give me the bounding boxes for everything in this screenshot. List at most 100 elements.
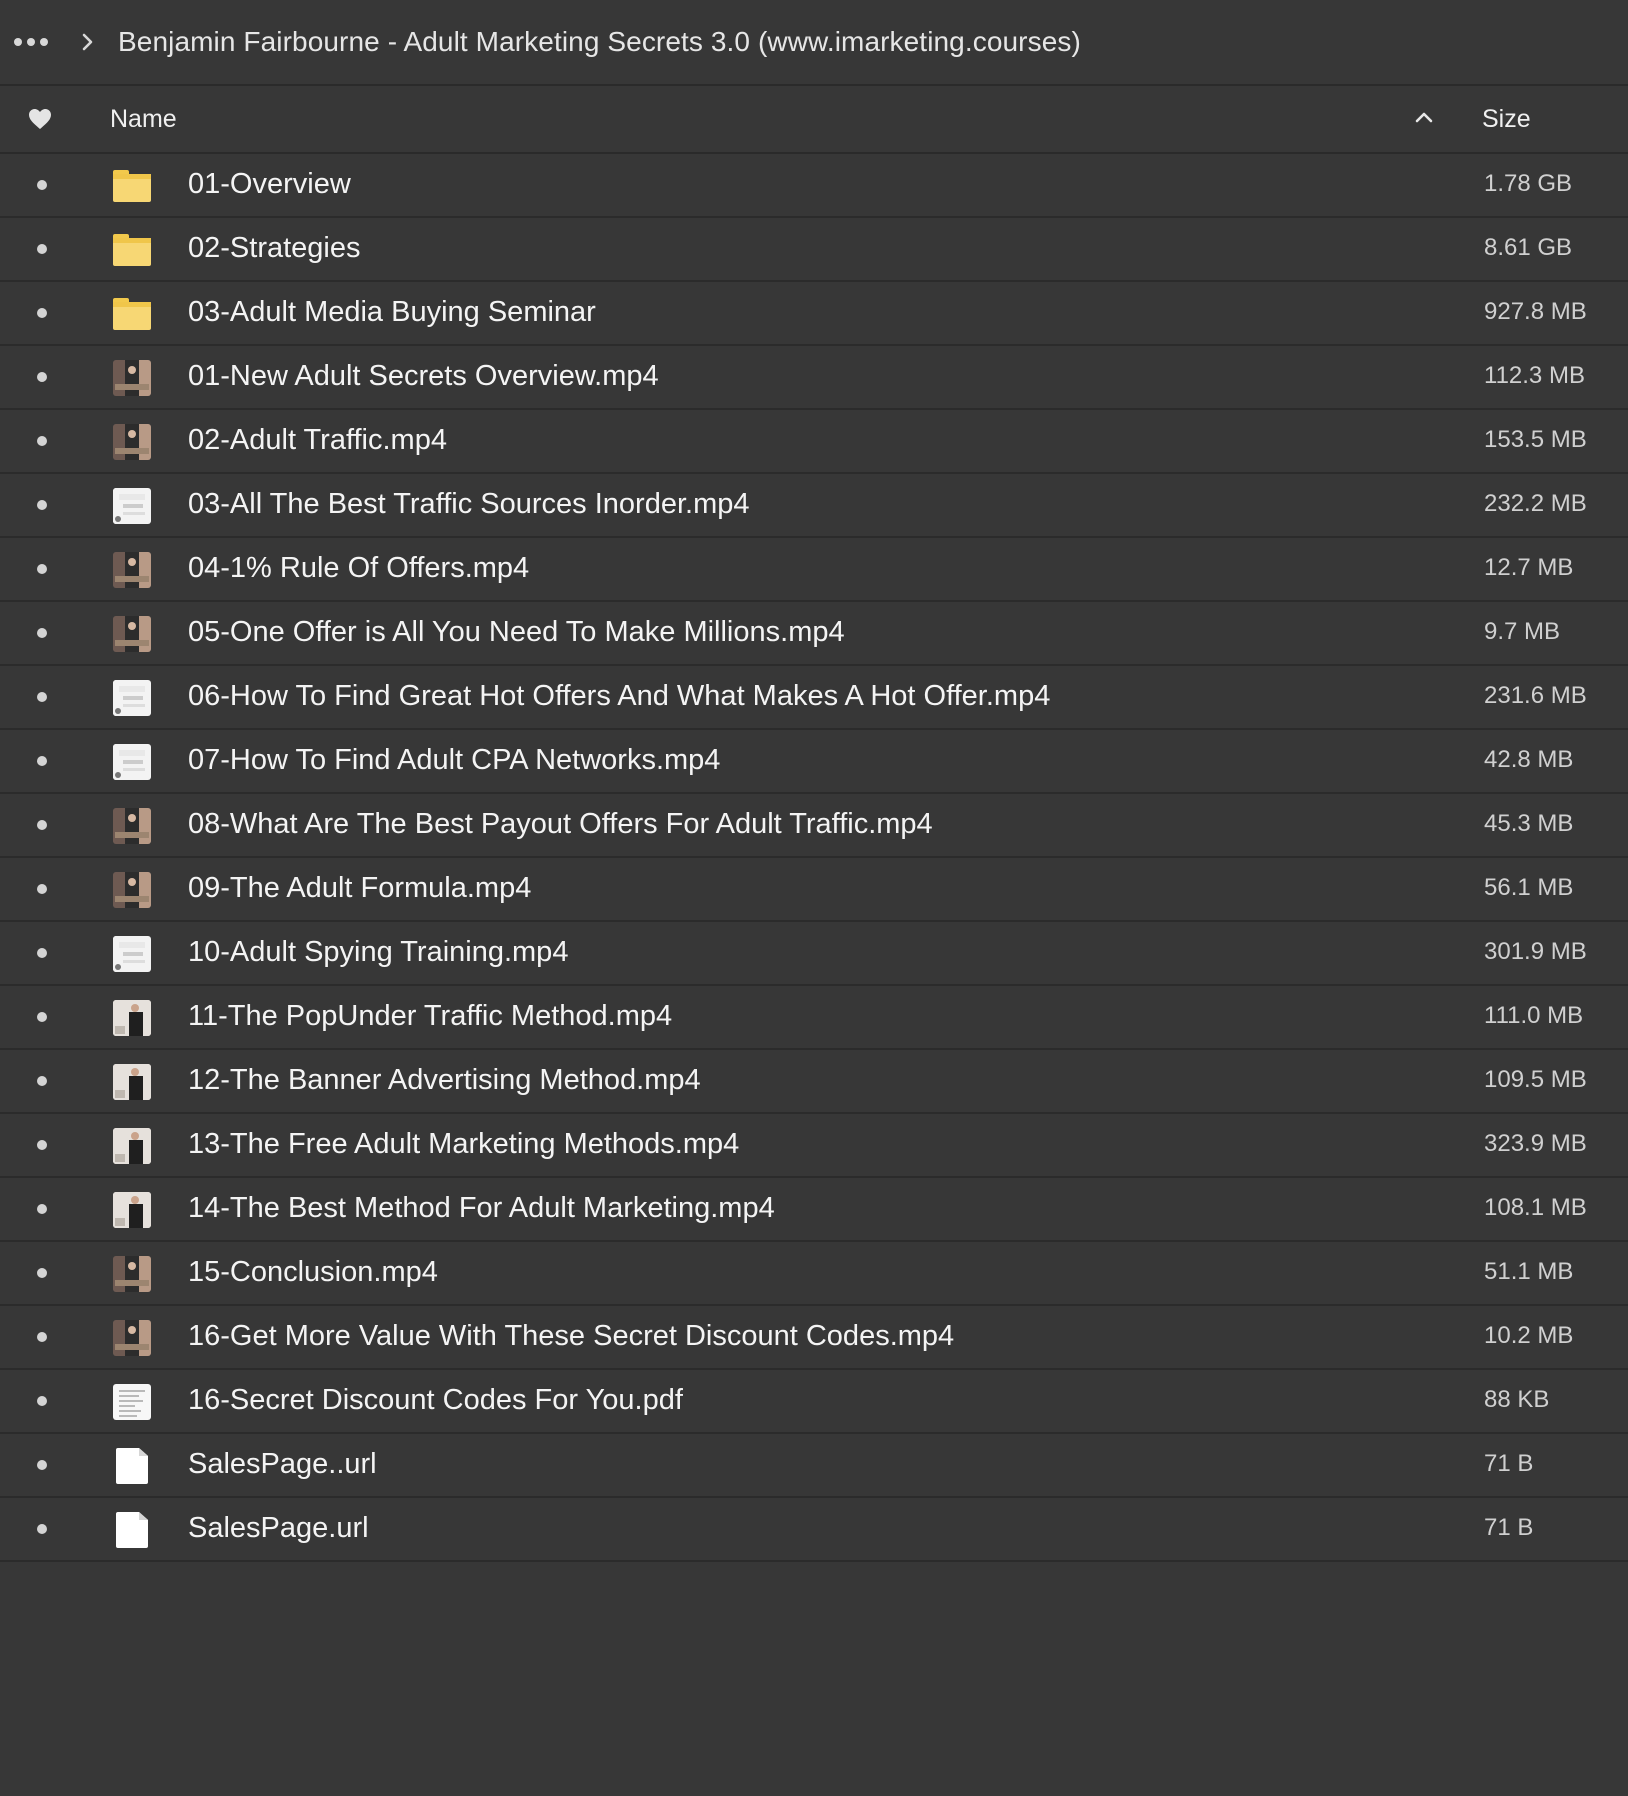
file-size: 51.1 MB (1484, 1258, 1574, 1285)
file-name[interactable]: 11-The PopUnder Traffic Method.mp4 (188, 1000, 672, 1033)
file-row[interactable]: 15-Conclusion.mp4 51.1 MB (0, 1242, 1628, 1306)
file-row[interactable]: 16-Secret Discount Codes For You.pdf 88 K… (0, 1370, 1628, 1434)
file-size: 10.2 MB (1484, 1322, 1574, 1349)
file-name[interactable]: 14-The Best Method For Adult Marketing.m… (188, 1192, 775, 1225)
file-row[interactable]: 03-Adult Media Buying Seminar 927.8 MB (0, 282, 1628, 346)
file-row[interactable]: 11-The PopUnder Traffic Method.mp4 111.0 … (0, 986, 1628, 1050)
video-thumbnail-icon (113, 552, 151, 588)
more-options-icon[interactable] (14, 37, 50, 47)
file-name[interactable]: 10-Adult Spying Training.mp4 (188, 936, 568, 969)
bullet-dot-icon (37, 436, 47, 446)
file-name[interactable]: 07-How To Find Adult CPA Networks.mp4 (188, 744, 720, 777)
file-size: 111.0 MB (1484, 1002, 1584, 1029)
file-name[interactable]: 03-Adult Media Buying Seminar (188, 296, 596, 329)
name-column-header[interactable]: Name (110, 105, 177, 134)
file-row[interactable]: 12-The Banner Advertising Method.mp4 109.… (0, 1050, 1628, 1114)
file-name[interactable]: 08-What Are The Best Payout Offers For A… (188, 808, 933, 841)
file-row[interactable]: 16-Get More Value With These Secret Disc… (0, 1306, 1628, 1370)
chevron-right-icon (80, 33, 96, 51)
file-name[interactable]: 02-Adult Traffic.mp4 (188, 424, 447, 457)
bullet-dot-icon (37, 1268, 47, 1278)
file-row[interactable]: 06-How To Find Great Hot Offers And What… (0, 666, 1628, 730)
video-thumbnail-icon (113, 1128, 151, 1164)
sort-ascending-chevron-icon[interactable] (1414, 110, 1434, 126)
bullet-dot-icon (37, 1076, 47, 1086)
heart-icon[interactable] (28, 108, 52, 130)
file-size: 927.8 MB (1484, 298, 1587, 325)
file-size: 232.2 MB (1484, 490, 1587, 517)
breadcrumb-bar: Benjamin Fairbourne - Adult Marketing Se… (0, 0, 1628, 86)
file-name[interactable]: 05-One Offer is All You Need To Make Mil… (188, 616, 845, 649)
file-name[interactable]: 01-Overview (188, 168, 351, 201)
bullet-dot-icon (37, 1204, 47, 1214)
bullet-dot-icon (37, 244, 47, 254)
column-header-row: Name Size (0, 86, 1628, 154)
folder-icon (113, 296, 151, 332)
file-name[interactable]: SalesPage..url (188, 1448, 377, 1481)
file-size: 112.3 MB (1484, 362, 1585, 389)
size-column-header[interactable]: Size (1482, 105, 1531, 134)
bullet-dot-icon (37, 628, 47, 638)
video-thumbnail-icon (113, 1000, 151, 1036)
video-thumbnail-icon (113, 360, 151, 396)
video-thumbnail-icon (113, 808, 151, 844)
bullet-dot-icon (37, 820, 47, 830)
file-size: 109.5 MB (1484, 1066, 1587, 1093)
file-list: 01-Overview 1.78 GB 02-Strategies 8.61 GB 03… (0, 154, 1628, 1562)
file-row[interactable]: SalesPage..url 71 B (0, 1434, 1628, 1498)
file-size: 9.7 MB (1484, 618, 1561, 645)
file-name[interactable]: SalesPage.url (188, 1512, 369, 1545)
file-size: 153.5 MB (1484, 426, 1587, 453)
video-thumbnail-icon (113, 936, 151, 972)
file-row[interactable]: 02-Adult Traffic.mp4 153.5 MB (0, 410, 1628, 474)
bullet-dot-icon (37, 308, 47, 318)
bullet-dot-icon (37, 1012, 47, 1022)
file-name[interactable]: 16-Get More Value With These Secret Disc… (188, 1320, 954, 1353)
video-thumbnail-icon (113, 488, 151, 524)
file-row[interactable]: 01-Overview 1.78 GB (0, 154, 1628, 218)
file-row[interactable]: 02-Strategies 8.61 GB (0, 218, 1628, 282)
breadcrumb-current-folder[interactable]: Benjamin Fairbourne - Adult Marketing Se… (118, 26, 1081, 58)
file-name[interactable]: 12-The Banner Advertising Method.mp4 (188, 1064, 701, 1097)
file-row[interactable]: 04-1% Rule Of Offers.mp4 12.7 MB (0, 538, 1628, 602)
file-row[interactable]: 14-The Best Method For Adult Marketing.m… (0, 1178, 1628, 1242)
file-size: 45.3 MB (1484, 810, 1574, 837)
file-name[interactable]: 02-Strategies (188, 232, 361, 265)
file-row[interactable]: 13-The Free Adult Marketing Methods.mp4 3… (0, 1114, 1628, 1178)
file-row[interactable]: 08-What Are The Best Payout Offers For A… (0, 794, 1628, 858)
file-row[interactable]: 03-All The Best Traffic Sources Inorder.… (0, 474, 1628, 538)
file-name[interactable]: 13-The Free Adult Marketing Methods.mp4 (188, 1128, 739, 1161)
bullet-dot-icon (37, 1460, 47, 1470)
file-name[interactable]: 01-New Adult Secrets Overview.mp4 (188, 360, 659, 393)
file-row[interactable]: 01-New Adult Secrets Overview.mp4 112.3 M… (0, 346, 1628, 410)
file-name[interactable]: 09-The Adult Formula.mp4 (188, 872, 531, 905)
file-name[interactable]: 04-1% Rule Of Offers.mp4 (188, 552, 529, 585)
file-name[interactable]: 03-All The Best Traffic Sources Inorder.… (188, 488, 749, 521)
bullet-dot-icon (37, 1332, 47, 1342)
file-size: 56.1 MB (1484, 874, 1574, 901)
folder-icon (113, 168, 151, 204)
file-size: 12.7 MB (1484, 554, 1574, 581)
bullet-dot-icon (37, 1396, 47, 1406)
blank-file-icon (113, 1448, 151, 1484)
file-row[interactable]: 10-Adult Spying Training.mp4 301.9 MB (0, 922, 1628, 986)
file-size: 108.1 MB (1484, 1194, 1587, 1221)
file-size: 1.78 GB (1484, 170, 1573, 197)
bullet-dot-icon (37, 1524, 47, 1534)
file-name[interactable]: 15-Conclusion.mp4 (188, 1256, 438, 1289)
file-row[interactable]: SalesPage.url 71 B (0, 1498, 1628, 1562)
bullet-dot-icon (37, 1140, 47, 1150)
bullet-dot-icon (37, 372, 47, 382)
file-name[interactable]: 06-How To Find Great Hot Offers And What… (188, 680, 1050, 713)
file-row[interactable]: 09-The Adult Formula.mp4 56.1 MB (0, 858, 1628, 922)
video-thumbnail-icon (113, 1192, 151, 1228)
video-thumbnail-icon (113, 872, 151, 908)
file-size: 323.9 MB (1484, 1130, 1587, 1157)
file-name[interactable]: 16-Secret Discount Codes For You.pdf (188, 1384, 683, 1417)
file-size: 8.61 GB (1484, 234, 1573, 261)
bullet-dot-icon (37, 500, 47, 510)
file-row[interactable]: 05-One Offer is All You Need To Make Mil… (0, 602, 1628, 666)
file-size: 88 KB (1484, 1386, 1550, 1413)
bullet-dot-icon (37, 564, 47, 574)
file-row[interactable]: 07-How To Find Adult CPA Networks.mp4 42.… (0, 730, 1628, 794)
